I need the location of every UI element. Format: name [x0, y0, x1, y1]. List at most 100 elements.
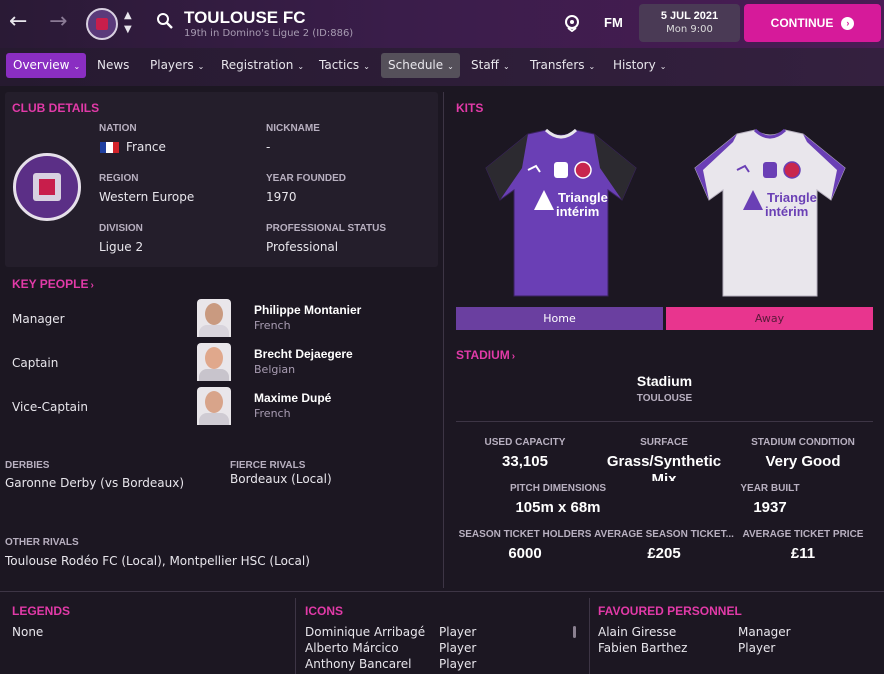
- tab-tactics[interactable]: Tactics ⌄: [312, 53, 377, 78]
- fierce-rivals-value[interactable]: Bordeaux (Local): [230, 472, 332, 486]
- home-kit-button[interactable]: Home: [456, 307, 663, 330]
- stadium-link[interactable]: STADIUM ›: [456, 348, 515, 362]
- tab-label: Schedule: [388, 58, 444, 72]
- away-kit-button[interactable]: Away: [666, 307, 873, 330]
- chevron-right-icon: ›: [90, 280, 94, 291]
- key-people-title: KEY PEOPLE: [12, 277, 89, 291]
- column-divider: [443, 92, 444, 588]
- back-arrow-icon[interactable]: ←: [9, 10, 27, 34]
- icons-scrollbar[interactable]: [573, 626, 576, 638]
- stadium-condition-value: Very Good: [765, 453, 841, 470]
- switch-club-icon[interactable]: ▲ ▼: [124, 9, 132, 37]
- key-people-link[interactable]: KEY PEOPLE ›: [12, 277, 94, 291]
- manager-nationality: French: [254, 319, 291, 332]
- captain-nationality: Belgian: [254, 363, 296, 376]
- chevron-down-icon: ⌄: [73, 62, 81, 71]
- page-title: TOULOUSE FC: [184, 8, 306, 27]
- away-kit-sponsor-line1: Triangle: [767, 190, 817, 205]
- chevron-down-icon: ⌄: [502, 62, 510, 71]
- fierce-rivals-label: FIERCE RIVALS: [230, 460, 306, 471]
- favoured-name[interactable]: Alain Giresse: [598, 625, 676, 639]
- captain-avatar[interactable]: [197, 343, 231, 381]
- year-built-value: 1937: [753, 499, 787, 516]
- avg-season-ticket-label: AVERAGE SEASON TICKET...: [594, 529, 734, 540]
- icon-name[interactable]: Anthony Bancarel: [305, 657, 412, 671]
- tab-news[interactable]: News: [90, 53, 136, 78]
- tab-label: Transfers: [530, 58, 585, 72]
- tab-transfers[interactable]: Transfers ⌄: [523, 53, 602, 78]
- continue-button[interactable]: CONTINUE ›: [744, 4, 881, 42]
- chevron-down-icon: ⌄: [363, 62, 370, 71]
- region-value: Western Europe: [99, 190, 195, 204]
- chevron-down-icon: ⌄: [197, 62, 205, 71]
- club-crest-icon[interactable]: [86, 8, 118, 40]
- division-value[interactable]: Ligue 2: [99, 240, 143, 254]
- favoured-role: Player: [738, 641, 776, 655]
- season-ticket-holders-value: 6000: [508, 545, 542, 562]
- vice-captain-nationality: French: [254, 407, 291, 420]
- france-flag-icon: [100, 142, 119, 153]
- date-display[interactable]: 5 JUL 2021 Mon 9:00: [639, 4, 740, 42]
- tab-label: Registration: [221, 58, 294, 72]
- legends-title: LEGENDS: [12, 604, 71, 618]
- club-details-title: CLUB DETAILS: [12, 101, 100, 115]
- away-kit-sponsor-line2: intérim: [765, 204, 808, 219]
- search-icon[interactable]: [156, 12, 174, 30]
- pitch-dimensions-label: PITCH DIMENSIONS: [509, 483, 607, 494]
- nickname-value: -: [266, 140, 271, 154]
- favoured-personnel-title: FAVOURED PERSONNEL: [598, 604, 742, 618]
- icon-role: Player: [439, 641, 477, 655]
- home-kit-image: Triangle intérim: [485, 128, 637, 297]
- nickname-label: NICKNAME: [266, 123, 320, 134]
- chevron-down-icon: ⌄: [447, 62, 454, 71]
- other-rivals-value[interactable]: Toulouse Rodéo FC (Local), Montpellier H…: [5, 554, 310, 568]
- year-founded-label: YEAR FOUNDED: [266, 173, 347, 184]
- favoured-role: Manager: [738, 625, 791, 639]
- stadium-condition-label: STADIUM CONDITION: [751, 437, 855, 448]
- tab-schedule[interactable]: Schedule ⌄: [381, 53, 460, 78]
- tab-overview[interactable]: Overview ⌄: [6, 53, 86, 78]
- division-label: DIVISION: [99, 223, 143, 234]
- stadium-city: TOULOUSE: [636, 393, 693, 404]
- tab-label: News: [97, 58, 130, 72]
- tab-players[interactable]: Players ⌄: [143, 53, 211, 78]
- fm-logo[interactable]: FM: [604, 15, 623, 30]
- manager-name[interactable]: Philippe Montanier: [254, 303, 361, 317]
- icons-title: ICONS: [305, 604, 344, 618]
- icon-name[interactable]: Alberto Márcico: [305, 641, 399, 655]
- professional-status-value: Professional: [266, 240, 339, 254]
- icon-role: Player: [439, 625, 477, 639]
- captain-name[interactable]: Brecht Dejaegere: [254, 347, 353, 361]
- nation-label: NATION: [99, 123, 137, 134]
- stadium-name[interactable]: Stadium: [456, 373, 873, 389]
- role-label: Vice-Captain: [12, 400, 88, 414]
- legends-value: None: [12, 625, 44, 639]
- season-ticket-holders-label: SEASON TICKET HOLDERS: [458, 529, 592, 540]
- used-capacity-label: USED CAPACITY: [484, 437, 566, 448]
- tab-label: Players: [150, 58, 194, 72]
- vice-captain-name[interactable]: Maxime Dupé: [254, 391, 331, 405]
- other-rivals-label: OTHER RIVALS: [5, 537, 79, 548]
- kits-title: KITS: [456, 101, 484, 115]
- chevron-down-icon: ⌄: [659, 62, 667, 71]
- home-kit-sponsor-line2: intérim: [556, 204, 599, 219]
- vice-captain-avatar[interactable]: [197, 387, 231, 425]
- manager-avatar[interactable]: [197, 299, 231, 337]
- tab-staff[interactable]: Staff ⌄: [464, 53, 517, 78]
- arrow-circle-icon: ›: [841, 16, 855, 30]
- tab-registration[interactable]: Registration ⌄: [214, 53, 311, 78]
- tab-history[interactable]: History ⌄: [606, 53, 673, 78]
- social-feed-icon[interactable]: [563, 14, 581, 32]
- current-time: Mon 9:00: [666, 24, 713, 35]
- avg-season-ticket-value: £205: [647, 545, 681, 562]
- icon-name[interactable]: Dominique Arribagé: [305, 625, 425, 639]
- club-crest-large: [13, 153, 81, 221]
- continue-label: CONTINUE: [770, 16, 834, 30]
- current-date: 5 JUL 2021: [660, 10, 719, 22]
- derbies-value[interactable]: Garonne Derby (vs Bordeaux): [5, 476, 184, 490]
- professional-status-label: PROFESSIONAL STATUS: [266, 223, 387, 234]
- chevron-down-icon: ⌄: [588, 62, 596, 71]
- forward-arrow-icon[interactable]: →: [49, 10, 67, 34]
- favoured-name[interactable]: Fabien Barthez: [598, 641, 687, 655]
- nation-value[interactable]: France: [126, 140, 166, 154]
